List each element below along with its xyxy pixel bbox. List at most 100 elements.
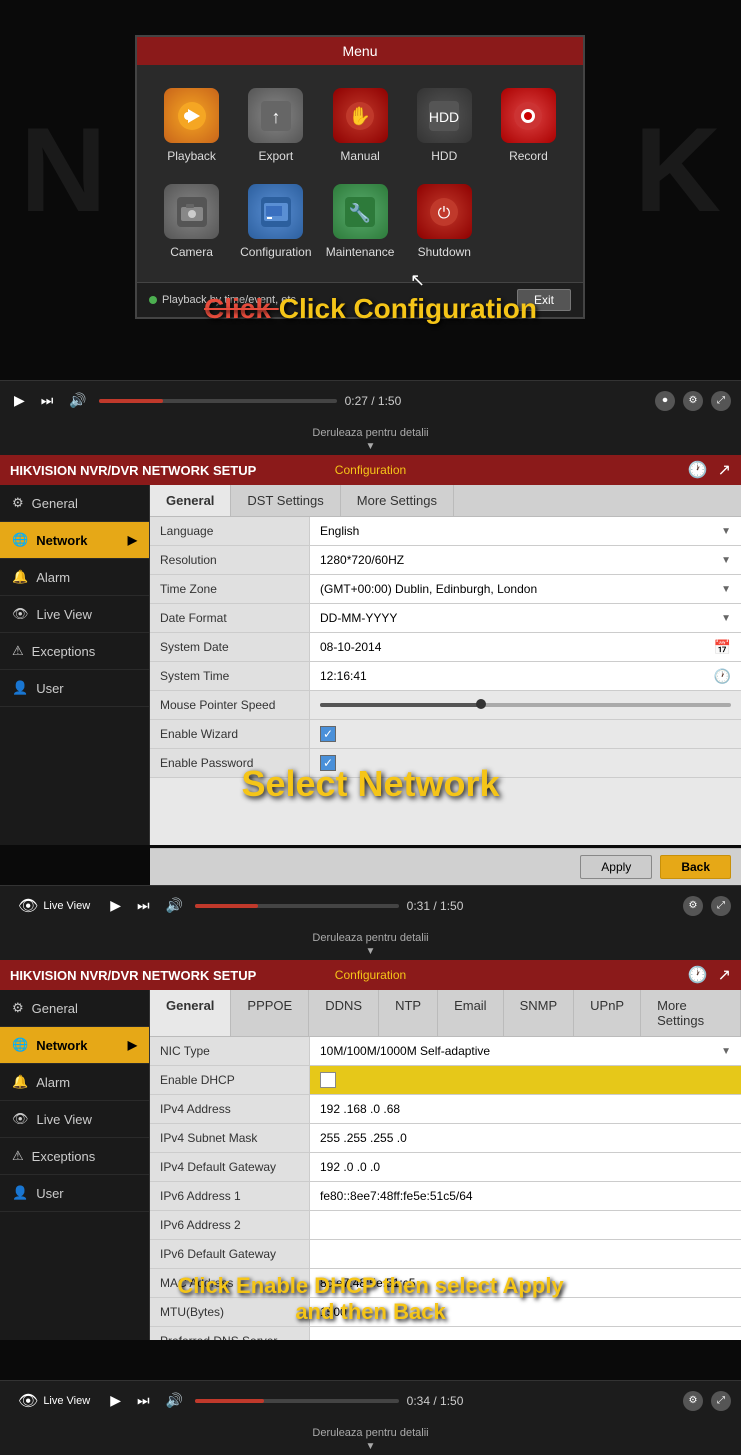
value-dateformat-2[interactable]: DD-MM-YYYY ▼ <box>310 604 741 632</box>
volume-button-2[interactable]: 🔊 <box>162 895 187 916</box>
value-gateway-3[interactable]: 192 .0 .0 .0 <box>310 1153 741 1181</box>
tab-ntp-3[interactable]: NTP <box>379 990 438 1036</box>
value-sysdate-2[interactable]: 08-10-2014 📅 <box>310 633 741 661</box>
fullscreen-ctrl-icon-1[interactable]: ⤢ <box>711 391 731 411</box>
row-dhcp-3: Enable DHCP <box>150 1066 741 1095</box>
sidebar-item-exceptions-3[interactable]: ⚠ Exceptions <box>0 1138 149 1175</box>
menu-item-playback[interactable]: Playback <box>152 80 231 171</box>
row-ipv6-gw-3: IPv6 Default Gateway <box>150 1240 741 1269</box>
apply-button-2[interactable]: Apply <box>580 855 652 879</box>
value-ipv6-gw-3[interactable] <box>310 1240 741 1268</box>
menu-item-hdd[interactable]: HDD HDD <box>405 80 484 171</box>
general-icon-3: ⚙ <box>12 1000 24 1016</box>
network-arrow-3: ▶ <box>128 1038 137 1052</box>
overlay-2: Select Network <box>0 763 741 805</box>
value-dhcp-3[interactable] <box>310 1066 741 1094</box>
calendar-icon: 📅 <box>714 639 731 656</box>
liveview-label-3: 👁 Live View <box>10 1391 98 1411</box>
tab-general-3[interactable]: General <box>150 990 231 1036</box>
shutdown-label: Shutdown <box>418 245 471 259</box>
tab-snmp-3[interactable]: SNMP <box>504 990 575 1036</box>
value-wizard-2[interactable]: ✓ <box>310 720 741 748</box>
progress-bar-3[interactable] <box>195 1399 399 1403</box>
value-ipv6-2-3[interactable] <box>310 1211 741 1239</box>
sidebar-item-general-3[interactable]: ⚙ General <box>0 990 149 1027</box>
fullscreen-ctrl-icon-3[interactable]: ⤢ <box>711 1391 731 1411</box>
overlay-1: Click Click Configuration <box>0 293 741 325</box>
menu-item-manual[interactable]: ✋ Manual <box>321 80 400 171</box>
value-ipv4-3[interactable]: 192 .168 .0 .68 <box>310 1095 741 1123</box>
next-button-3[interactable]: ⏭ <box>133 1390 154 1411</box>
menu-item-record[interactable]: Record <box>489 80 568 171</box>
menu-item-maintenance[interactable]: 🔧 Maintenance <box>321 176 400 267</box>
row-dateformat-2: Date Format DD-MM-YYYY ▼ <box>150 604 741 633</box>
label-language-2: Language <box>150 517 310 545</box>
progress-bar-2[interactable] <box>195 904 399 908</box>
record-ctrl-icon[interactable]: ⏺ <box>655 391 675 411</box>
value-nictype-3[interactable]: 10M/100M/1000M Self-adaptive ▼ <box>310 1037 741 1065</box>
tab-pppoe-3[interactable]: PPPOE <box>231 990 309 1036</box>
sidebar-item-general-2[interactable]: ⚙ General <box>0 485 149 522</box>
bottom-buttons-2: Apply Back <box>150 848 741 885</box>
back-button-2[interactable]: Back <box>660 855 731 879</box>
volume-button-1[interactable]: 🔊 <box>65 390 90 411</box>
label-dhcp-3: Enable DHCP <box>150 1066 310 1094</box>
eye-icon-2: 👁 <box>18 896 38 916</box>
value-subnet-3[interactable]: 255 .255 .255 .0 <box>310 1124 741 1152</box>
settings-ctrl-icon-3[interactable]: ⚙ <box>683 1391 703 1411</box>
configuration-icon <box>248 184 303 239</box>
next-button-2[interactable]: ⏭ <box>133 895 154 916</box>
tab-upnp-3[interactable]: UPnP <box>574 990 641 1036</box>
record-label: Record <box>509 149 548 163</box>
play-button-2[interactable]: ▶ <box>106 895 125 916</box>
dropdown-arrow-dateformat: ▼ <box>721 613 731 624</box>
tab-more-2[interactable]: More Settings <box>341 485 454 516</box>
fullscreen-ctrl-icon-2[interactable]: ⤢ <box>711 896 731 916</box>
dropdown-arrow-timezone: ▼ <box>721 584 731 595</box>
progress-bar-1[interactable] <box>99 399 337 403</box>
value-systime-2[interactable]: 12:16:41 🕐 <box>310 662 741 690</box>
sidebar-item-alarm-2[interactable]: 🔔 Alarm <box>0 559 149 596</box>
value-resolution-2[interactable]: 1280*720/60HZ ▼ <box>310 546 741 574</box>
menu-item-export[interactable]: ↑ Export <box>236 80 315 171</box>
menu-item-shutdown[interactable]: ⏻ Shutdown <box>405 176 484 267</box>
tab-dst-2[interactable]: DST Settings <box>231 485 340 516</box>
playback-label: Playback <box>167 149 216 163</box>
wizard-checkbox[interactable]: ✓ <box>320 726 336 742</box>
sidebar-item-exceptions-2[interactable]: ⚠ Exceptions <box>0 633 149 670</box>
network-icon-3: 🌐 <box>12 1037 28 1053</box>
value-ipv6-1-3[interactable]: fe80::8ee7:48ff:fe5e:51c5/64 <box>310 1182 741 1210</box>
label-dateformat-2: Date Format <box>150 604 310 632</box>
dhcp-checkbox[interactable] <box>320 1072 336 1088</box>
tab-general-2[interactable]: General <box>150 485 231 516</box>
play-button-1[interactable]: ▶ <box>10 390 29 411</box>
clock-icon-row: 🕐 <box>714 668 731 685</box>
tab-ddns-3[interactable]: DDNS <box>309 990 379 1036</box>
value-timezone-2[interactable]: (GMT+00:00) Dublin, Edinburgh, London ▼ <box>310 575 741 603</box>
section-1: HIKVISION NVR/DVR NETWORK SETUP 📁 N K Me… <box>0 0 741 455</box>
sidebar-item-liveview-3[interactable]: 👁 Live View <box>0 1101 149 1138</box>
sidebar-item-user-3[interactable]: 👤 User <box>0 1175 149 1212</box>
sidebar-item-network-2[interactable]: 🌐 Network ▶ <box>0 522 149 559</box>
value-language-2[interactable]: English ▼ <box>310 517 741 545</box>
sidebar-item-alarm-3[interactable]: 🔔 Alarm <box>0 1064 149 1101</box>
tab-more-3[interactable]: More Settings <box>641 990 741 1036</box>
sidebar-item-network-3[interactable]: 🌐 Network ▶ <box>0 1027 149 1064</box>
volume-button-3[interactable]: 🔊 <box>162 1390 187 1411</box>
value-prefdns-3[interactable] <box>310 1327 741 1340</box>
label-gateway-3: IPv4 Default Gateway <box>150 1153 310 1181</box>
menu-item-configuration[interactable]: Configuration <box>236 176 315 267</box>
sidebar-item-user-2[interactable]: 👤 User <box>0 670 149 707</box>
tab-email-3[interactable]: Email <box>438 990 504 1036</box>
svg-text:⏻: ⏻ <box>438 205 451 222</box>
settings-ctrl-icon-2[interactable]: ⚙ <box>683 896 703 916</box>
value-mouseptr-2[interactable] <box>310 691 741 719</box>
sidebar-item-liveview-2[interactable]: 👁 Live View <box>0 596 149 633</box>
menu-item-camera[interactable]: Camera <box>152 176 231 267</box>
letter-k-right: K <box>614 101 741 239</box>
next-button-1[interactable]: ⏭ <box>37 390 58 411</box>
alarm-icon-3: 🔔 <box>12 1074 28 1090</box>
buttons-row-2: Apply Back <box>150 848 741 885</box>
play-button-3[interactable]: ▶ <box>106 1390 125 1411</box>
settings-ctrl-icon-1[interactable]: ⚙ <box>683 391 703 411</box>
